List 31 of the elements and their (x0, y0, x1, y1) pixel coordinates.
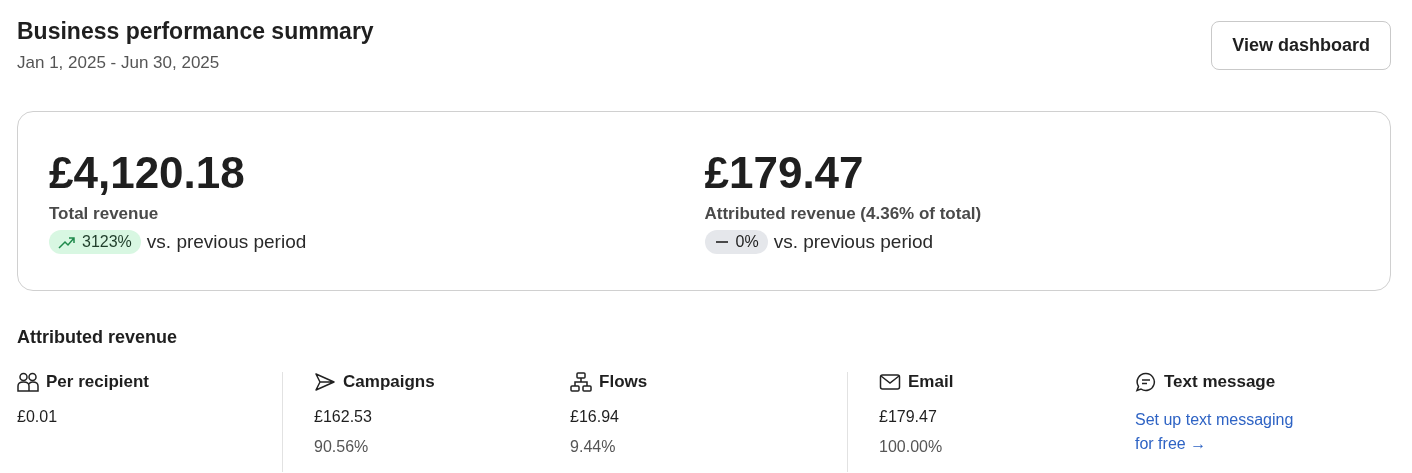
metric-title: Campaigns (343, 372, 435, 392)
metric-title: Email (908, 372, 954, 392)
metric-value: £162.53 (314, 408, 373, 426)
metric-value: £16.94 (570, 408, 620, 426)
metric-title: Text message (1164, 372, 1276, 392)
change-badge: 3123% (49, 230, 141, 254)
mail-icon (879, 372, 901, 392)
people-icon (17, 372, 39, 392)
change-badge: 0% (704, 230, 768, 254)
metric-share: 9.44% (570, 438, 617, 456)
metric-share: 90.56% (314, 438, 370, 456)
date-range: Jan 1, 2025 - Jun 30, 2025 (17, 53, 221, 73)
metric-title: Flows (599, 372, 648, 392)
metric-title: Per recipient (46, 372, 149, 392)
setup-link[interactable]: Set up text messaging for free → (1135, 408, 1315, 456)
view-dashboard-button[interactable]: View dashboard (1211, 21, 1391, 70)
metric-value: £0.01 (17, 408, 59, 426)
trend-up-icon (58, 235, 76, 249)
revenue-amount: £4,120.18 (49, 148, 246, 198)
flowchart-icon (570, 372, 593, 392)
send-icon (314, 372, 337, 392)
revenue-label: Attributed revenue (4.36% of total) (704, 204, 983, 224)
comparison-text: vs. previous period (773, 231, 934, 253)
revenue-label: Total revenue (49, 204, 160, 224)
revenue-amount: £179.47 (704, 148, 865, 198)
comparison-text: vs. previous period (146, 231, 307, 253)
metric-share: 100.00% (879, 438, 944, 456)
metric-value: £179.47 (879, 408, 938, 426)
chat-icon (1135, 372, 1157, 392)
section-title: Attributed revenue (17, 327, 179, 348)
page-title: Business performance summary (17, 18, 374, 45)
